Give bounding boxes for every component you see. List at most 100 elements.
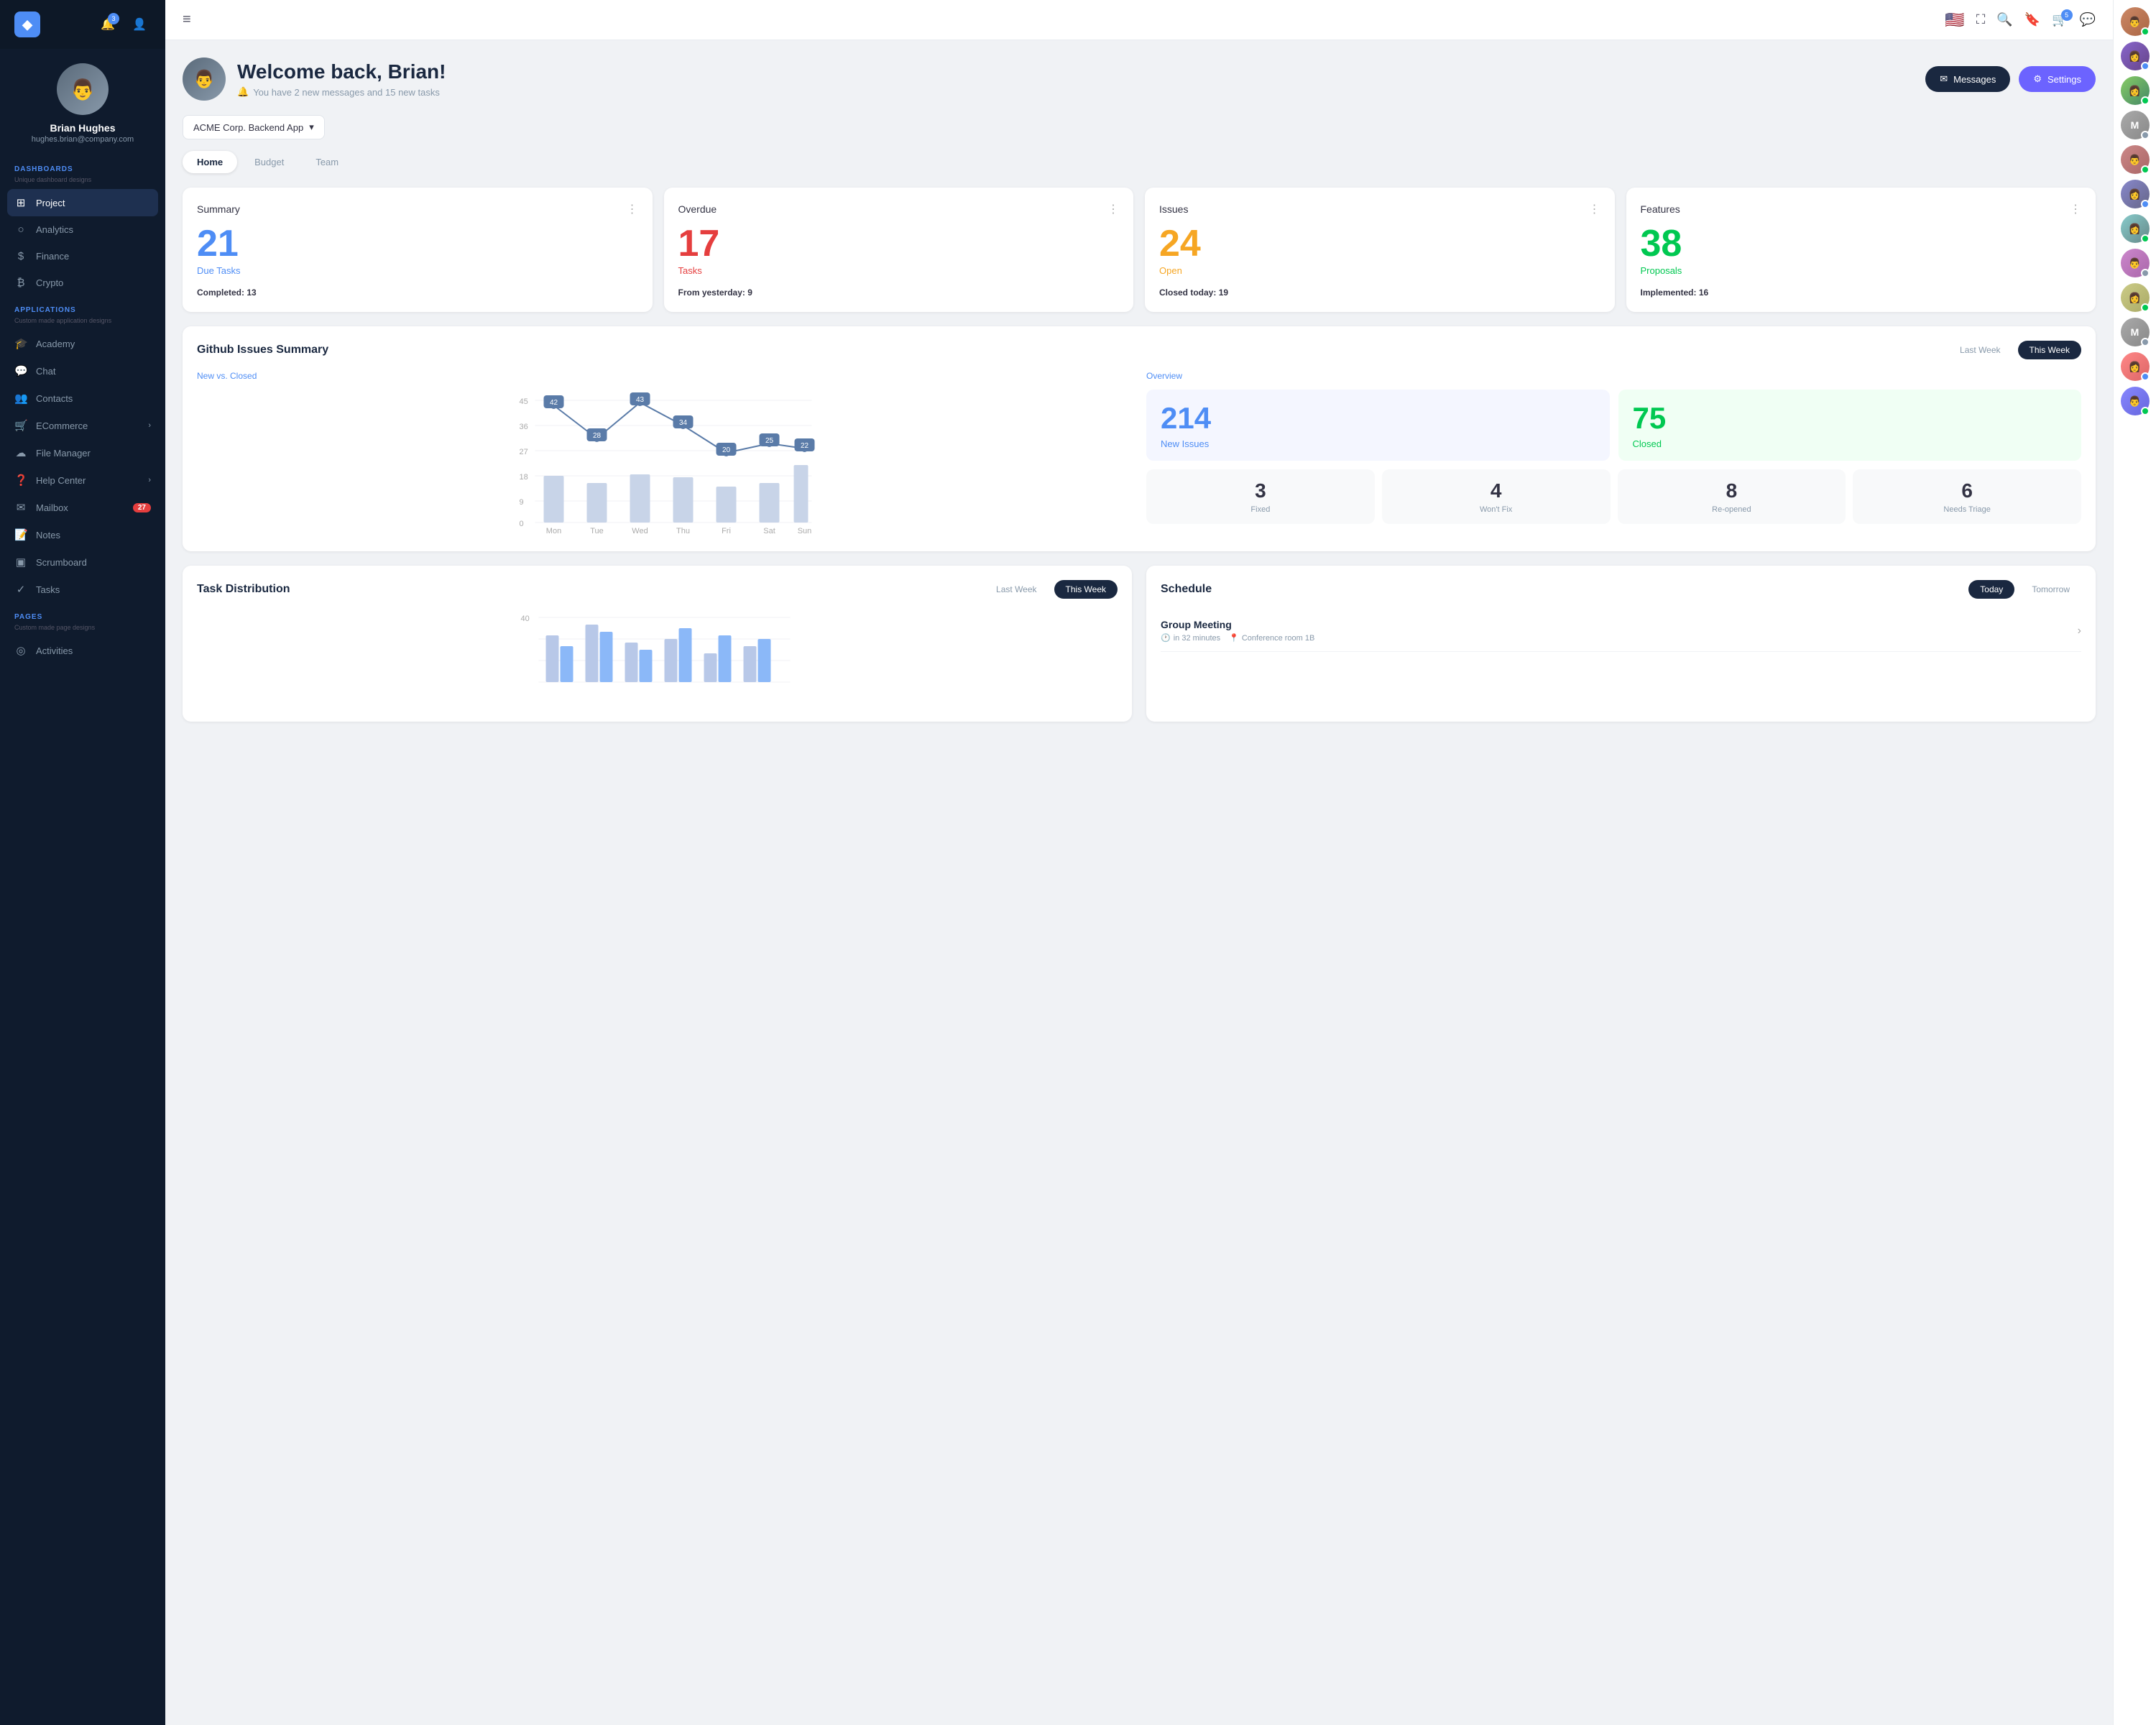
sidebar-item-help-center[interactable]: ❓ Help Center › xyxy=(0,466,165,494)
sidebar-item-label: Scrumboard xyxy=(36,557,87,568)
sidebar-item-label: ECommerce xyxy=(36,420,88,431)
analytics-icon: ○ xyxy=(14,224,27,236)
new-issues-label: New Issues xyxy=(1161,438,1595,449)
app-logo[interactable]: ◆ xyxy=(14,12,40,37)
chat-icon: 💬 xyxy=(14,364,27,377)
svg-text:40: 40 xyxy=(521,615,530,623)
online-badge xyxy=(2141,234,2150,243)
sidebar-item-label: Help Center xyxy=(36,475,86,486)
card-title: Overdue xyxy=(678,203,717,215)
bookmark-button[interactable]: 🔖 xyxy=(2024,12,2040,27)
sidebar-item-ecommerce[interactable]: 🛒 ECommerce › xyxy=(0,412,165,439)
language-selector[interactable]: 🇺🇸 xyxy=(1945,11,1964,29)
crypto-icon: ₿ xyxy=(14,277,27,289)
card-menu-icon[interactable]: ⋮ xyxy=(2070,202,2081,216)
needs-triage-stat-box: 6 Needs Triage xyxy=(1853,469,2081,524)
task-dist-title: Task Distribution xyxy=(197,583,290,596)
card-menu-icon[interactable]: ⋮ xyxy=(627,202,638,216)
reopened-stat-box: 8 Re-opened xyxy=(1618,469,1846,524)
right-panel-avatar-4[interactable]: 👨 xyxy=(2121,145,2150,174)
sidebar-item-label: Project xyxy=(36,198,65,208)
right-panel-avatar-8[interactable]: 👩 xyxy=(2121,283,2150,312)
github-issues-section: Github Issues Summary Last Week This Wee… xyxy=(183,326,2096,551)
user-status-button[interactable]: 👤 xyxy=(128,13,151,36)
card-menu-icon[interactable]: ⋮ xyxy=(1589,202,1600,216)
cart-button[interactable]: 🛒 5 xyxy=(2052,12,2068,27)
sidebar-item-notes[interactable]: 📝 Notes xyxy=(0,521,165,548)
sidebar-item-contacts[interactable]: 👥 Contacts xyxy=(0,385,165,412)
card-footer: Implemented: 16 xyxy=(1641,288,2082,298)
card-label: Proposals xyxy=(1641,265,2082,276)
online-badge xyxy=(2141,62,2150,70)
svg-text:0: 0 xyxy=(520,520,524,528)
tab-home[interactable]: Home xyxy=(183,151,237,173)
right-panel-avatar-3[interactable]: M xyxy=(2121,111,2150,139)
avatar: 👨 xyxy=(57,63,109,115)
right-panel-avatar-2[interactable]: 👩 xyxy=(2121,76,2150,105)
task-dist-this-week-button[interactable]: This Week xyxy=(1054,580,1118,599)
welcome-subtitle-text: You have 2 new messages and 15 new tasks xyxy=(253,87,440,98)
messages-topbar-button[interactable]: 💬 xyxy=(2080,12,2096,27)
messages-button[interactable]: ✉ Messages xyxy=(1925,66,2010,92)
sidebar-item-chat[interactable]: 💬 Chat xyxy=(0,357,165,385)
right-panel-avatar-11[interactable]: 👨 xyxy=(2121,387,2150,415)
search-button[interactable]: 🔍 xyxy=(1996,12,2012,27)
sidebar-item-mailbox[interactable]: ✉ Mailbox 27 xyxy=(0,494,165,521)
user-email: hughes.brian@company.com xyxy=(32,135,134,144)
sidebar-item-activities[interactable]: ◎ Activities xyxy=(0,637,165,664)
welcome-text: Welcome back, Brian! 🔔 You have 2 new me… xyxy=(237,60,446,98)
card-label: Due Tasks xyxy=(197,265,638,276)
settings-button[interactable]: ⚙ Settings xyxy=(2019,66,2096,92)
location-icon: 📍 xyxy=(1229,633,1239,643)
card-menu-icon[interactable]: ⋮ xyxy=(1107,202,1119,216)
project-selector[interactable]: ACME Corp. Backend App ▾ xyxy=(183,115,325,139)
chart-subtitle: New vs. Closed xyxy=(197,371,1132,381)
sidebar-item-academy[interactable]: 🎓 Academy xyxy=(0,330,165,357)
fixed-stat-label: Fixed xyxy=(1153,505,1368,514)
github-issues-title: Github Issues Summary xyxy=(197,344,328,356)
sidebar-item-finance[interactable]: $ Finance xyxy=(0,243,165,270)
notification-badge: 3 xyxy=(108,13,119,24)
tab-budget[interactable]: Budget xyxy=(240,151,298,173)
sidebar-item-scrumboard[interactable]: ▣ Scrumboard xyxy=(0,548,165,576)
right-panel: 👨 👩 👩 M 👨 👩 👩 👨 👩 M 👩 👨 xyxy=(2113,0,2156,1725)
notifications-button[interactable]: 🔔 3 xyxy=(96,13,119,36)
card-label: Tasks xyxy=(678,265,1120,276)
right-panel-avatar-7[interactable]: 👨 xyxy=(2121,249,2150,277)
tomorrow-button[interactable]: Tomorrow xyxy=(2020,580,2081,599)
task-dist-last-week-button[interactable]: Last Week xyxy=(985,580,1048,599)
sidebar-item-tasks[interactable]: ✓ Tasks xyxy=(0,576,165,603)
menu-toggle-button[interactable]: ≡ xyxy=(183,12,191,28)
new-issues-number: 214 xyxy=(1161,401,1595,436)
online-badge xyxy=(2141,303,2150,312)
sidebar-top-icons: 🔔 3 👤 xyxy=(96,13,151,36)
sidebar-item-crypto[interactable]: ₿ Crypto xyxy=(0,270,165,296)
last-week-button[interactable]: Last Week xyxy=(1948,341,2012,359)
right-panel-avatar-1[interactable]: 👩 xyxy=(2121,42,2150,70)
sidebar-item-label: File Manager xyxy=(36,448,91,459)
chevron-right-icon[interactable]: › xyxy=(2078,625,2081,638)
sidebar-item-file-manager[interactable]: ☁ File Manager xyxy=(0,439,165,466)
svg-text:9: 9 xyxy=(520,498,524,507)
card-label: Open xyxy=(1159,265,1600,276)
right-panel-avatar-10[interactable]: 👩 xyxy=(2121,352,2150,381)
sidebar-item-label: Crypto xyxy=(36,277,63,288)
fullscreen-button[interactable]: ⛶ xyxy=(1976,12,1986,27)
this-week-button[interactable]: This Week xyxy=(2018,341,2081,359)
chart-container: New vs. Closed 45 36 27 18 9 0 xyxy=(197,371,2081,537)
sidebar-item-project[interactable]: ⊞ Project xyxy=(7,189,158,216)
sidebar-item-analytics[interactable]: ○ Analytics xyxy=(0,216,165,243)
right-panel-avatar-9[interactable]: M xyxy=(2121,318,2150,346)
right-panel-avatar-6[interactable]: 👩 xyxy=(2121,214,2150,243)
tab-team[interactable]: Team xyxy=(301,151,353,173)
right-panel-avatar-0[interactable]: 👨 xyxy=(2121,7,2150,36)
right-panel-avatar-5[interactable]: 👩 xyxy=(2121,180,2150,208)
today-button[interactable]: Today xyxy=(1968,580,2014,599)
avatar-initial: M xyxy=(2131,326,2139,338)
help-icon: ❓ xyxy=(14,474,27,487)
chevron-right-icon: › xyxy=(148,476,151,484)
topbar: ≡ 🇺🇸 ⛶ 🔍 🔖 🛒 5 💬 xyxy=(165,0,2113,40)
card-number: 21 xyxy=(197,225,638,262)
summary-cards: Summary ⋮ 21 Due Tasks Completed: 13 Ove… xyxy=(183,188,2096,312)
svg-text:Sat: Sat xyxy=(763,527,775,533)
